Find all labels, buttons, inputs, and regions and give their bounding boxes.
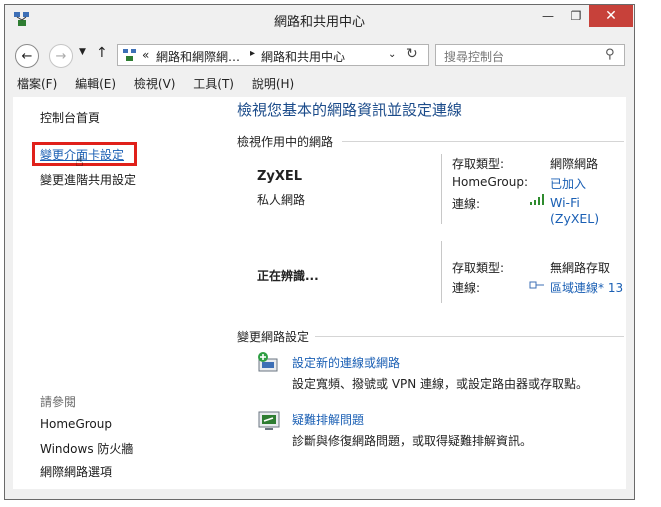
- access-type-value: 網際網路: [550, 157, 599, 171]
- troubleshoot-icon: [258, 411, 280, 430]
- up-arrow-icon[interactable]: ↑: [96, 45, 108, 61]
- network-category: 私人網路: [257, 193, 306, 207]
- menu-tools[interactable]: 工具(T): [193, 77, 234, 91]
- network-divider: [441, 241, 442, 303]
- local-connection-link[interactable]: 區域連線* 13: [550, 279, 623, 296]
- network-name: ZyXEL: [257, 169, 303, 184]
- forward-arrow-icon: →: [55, 48, 67, 64]
- wifi-connection-ssid-link[interactable]: (ZyXEL): [550, 211, 599, 226]
- search-box[interactable]: 搜尋控制台 ⚲: [435, 44, 625, 66]
- close-icon: ✕: [605, 8, 617, 24]
- breadcrumb-separator-icon[interactable]: ▸: [250, 48, 255, 59]
- wifi-connection-link[interactable]: Wi-Fi: [550, 195, 580, 210]
- back-button[interactable]: ←: [15, 44, 39, 68]
- access-type-value: 無網路存取: [550, 261, 611, 275]
- wifi-signal-icon: [530, 194, 544, 205]
- menu-file[interactable]: 檔案(F): [17, 77, 57, 91]
- search-input[interactable]: 搜尋控制台: [444, 48, 504, 65]
- menu-edit[interactable]: 編輯(E): [75, 77, 116, 91]
- connection-label: 連線:: [452, 281, 481, 295]
- menu-view[interactable]: 檢視(V): [134, 77, 176, 91]
- close-button[interactable]: ✕: [589, 5, 633, 27]
- search-icon[interactable]: ⚲: [605, 47, 615, 62]
- breadcrumb-overflow-icon[interactable]: «: [142, 48, 149, 62]
- sidebar-control-panel-home[interactable]: 控制台首頁: [40, 109, 100, 126]
- minimize-icon: —: [542, 9, 554, 23]
- breadcrumb-network-internet[interactable]: 網路和網際網…: [156, 48, 240, 65]
- new-connection-icon: [258, 352, 278, 372]
- window-frame: 網路和共用中心 — ❐ ✕ ← → ▼ ↑ « 網路和網際網… ▸ 網路和共用中…: [4, 4, 635, 500]
- sidebar-homegroup-link[interactable]: HomeGroup: [40, 417, 112, 431]
- menu-help[interactable]: 說明(H): [252, 77, 294, 91]
- sidebar-firewall-link[interactable]: Windows 防火牆: [40, 440, 133, 457]
- maximize-button[interactable]: ❐: [563, 5, 589, 27]
- setup-new-connection-link[interactable]: 設定新的連線或網路: [292, 354, 400, 371]
- homegroup-label: HomeGroup:: [452, 175, 529, 189]
- sidebar-internet-options-link[interactable]: 網際網路選項: [40, 463, 112, 480]
- forward-button[interactable]: →: [49, 44, 73, 68]
- title-bar[interactable]: 網路和共用中心 — ❐ ✕: [5, 5, 634, 35]
- page-title: 檢視您基本的網路資訊並設定連線: [237, 101, 463, 119]
- network-name-identifying: 正在辨識...: [257, 269, 319, 283]
- recent-pages-chevron-icon[interactable]: ▼: [79, 47, 86, 57]
- hand-cursor-icon: ☝: [75, 154, 84, 170]
- restore-icon: ❐: [570, 9, 582, 23]
- access-type-label: 存取類型:: [452, 157, 505, 171]
- section-divider: [342, 141, 624, 142]
- access-type-label: 存取類型:: [452, 261, 505, 275]
- connection-label: 連線:: [452, 197, 481, 211]
- ethernet-icon: [529, 281, 544, 289]
- network-divider: [441, 154, 442, 224]
- troubleshoot-link[interactable]: 疑難排解問題: [292, 411, 364, 428]
- control-panel-icon: [123, 49, 136, 61]
- setup-new-connection-description: 設定寬頻、撥號或 VPN 連線，或設定路由器或存取點。: [292, 377, 589, 391]
- change-settings-label: 變更網路設定: [237, 330, 310, 344]
- homegroup-joined-link[interactable]: 已加入: [550, 175, 586, 192]
- see-also-label: 請參閱: [40, 395, 77, 409]
- back-arrow-icon: ←: [21, 48, 33, 64]
- menu-bar: 檔案(F) 編輯(E) 檢視(V) 工具(T) 說明(H): [17, 75, 308, 92]
- address-bar[interactable]: « 網路和網際網… ▸ 網路和共用中心 ⌄ ↻: [117, 44, 429, 66]
- active-networks-label: 檢視作用中的網路: [237, 135, 334, 149]
- troubleshoot-description: 診斷與修復網路問題，或取得疑難排解資訊。: [292, 434, 533, 448]
- sidebar-change-advanced-sharing[interactable]: 變更進階共用設定: [40, 171, 136, 188]
- refresh-icon[interactable]: ↻: [406, 46, 418, 62]
- minimize-button[interactable]: —: [535, 5, 561, 27]
- breadcrumb-network-sharing-center[interactable]: 網路和共用中心: [261, 48, 345, 65]
- address-dropdown-icon[interactable]: ⌄: [388, 49, 396, 60]
- section-divider: [315, 336, 624, 337]
